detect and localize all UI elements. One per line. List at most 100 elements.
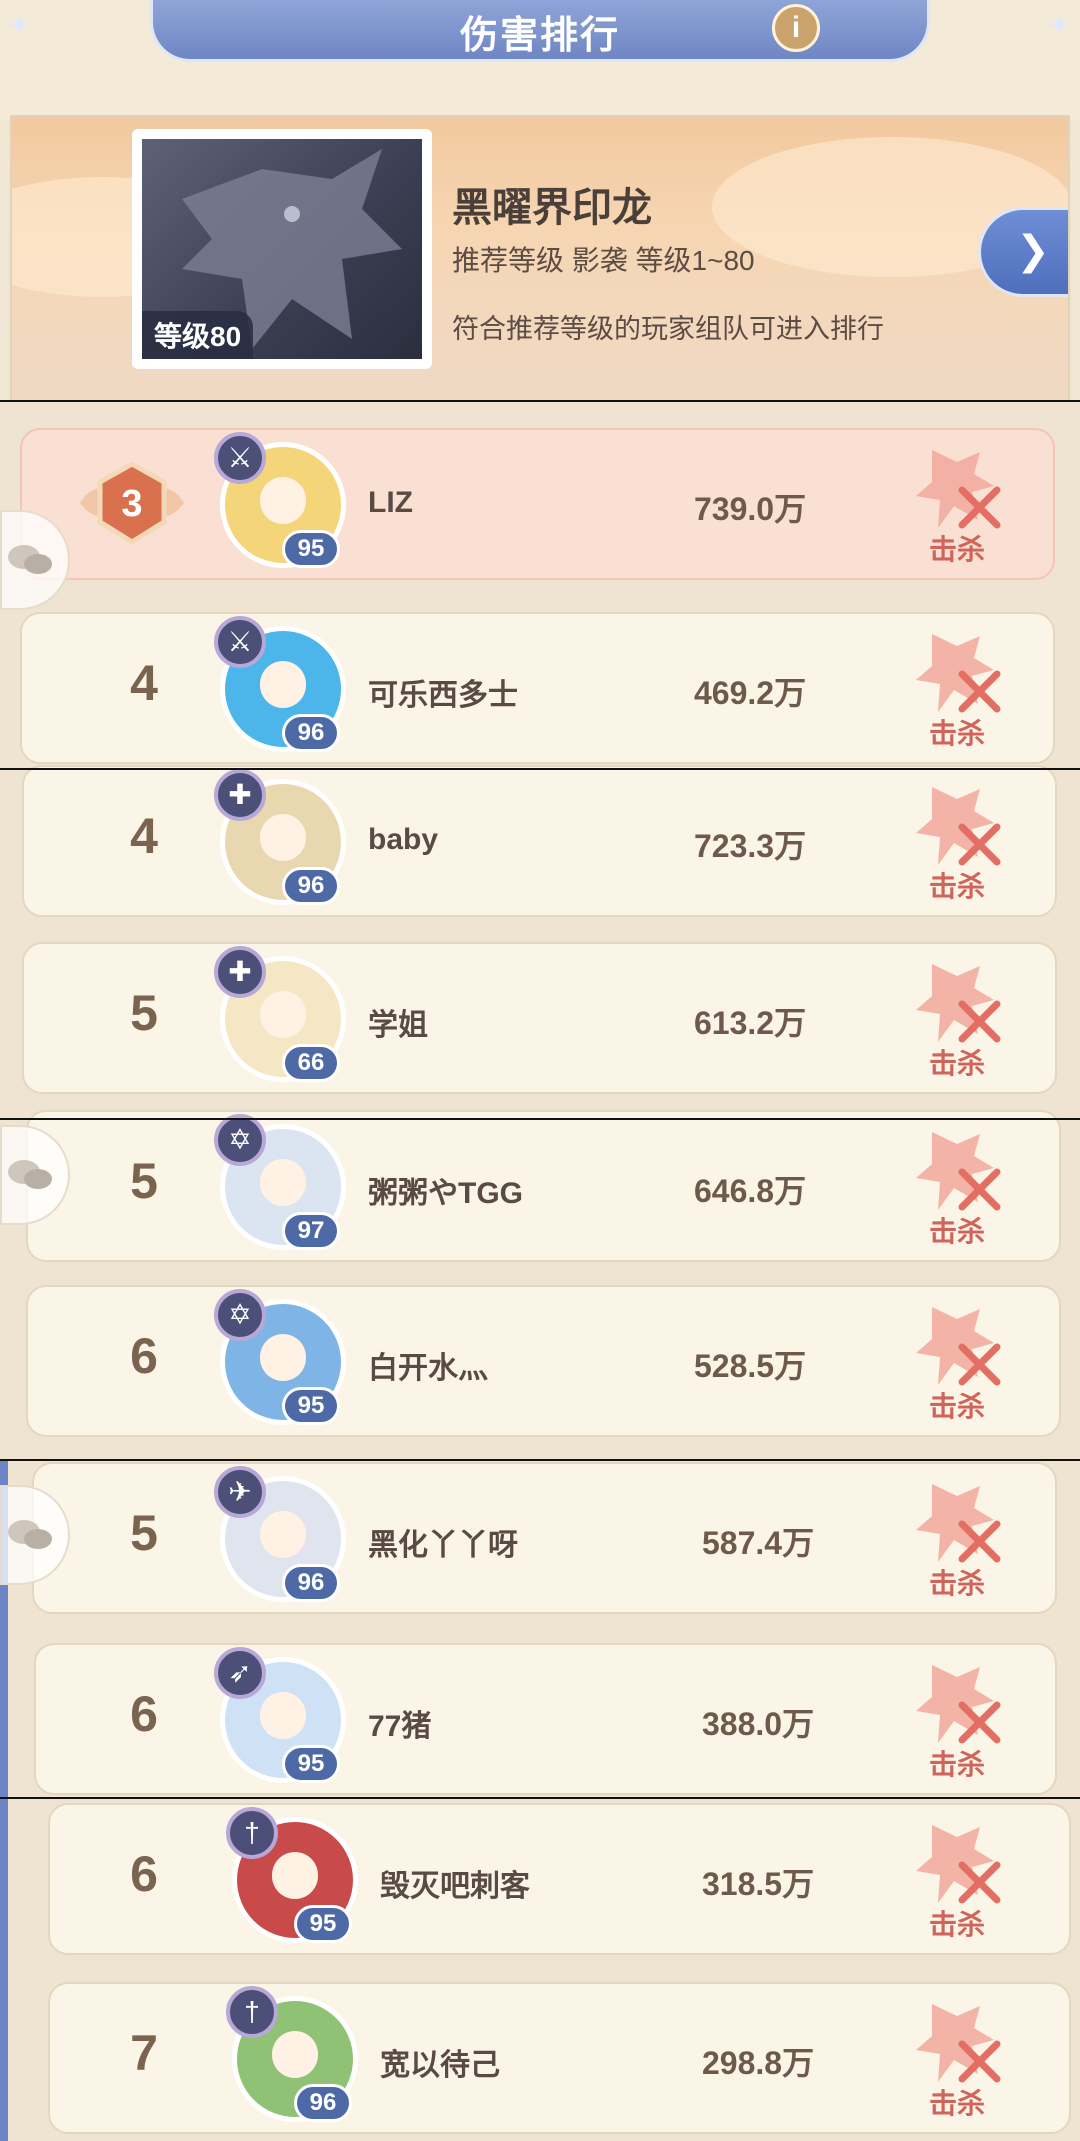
sword-icon: ⚔ [214, 616, 266, 668]
player-name: 77猪 [368, 1710, 432, 1743]
player-name: 宽以待己 [380, 2049, 500, 2082]
rank-number: 6 [130, 1328, 158, 1384]
kill-label: 击杀 [928, 1909, 985, 1940]
table-row[interactable]: 3 ⚔ 95 LIZ 739.0万 击杀 [20, 428, 1055, 580]
seam-divider [0, 1118, 1080, 1120]
chat-bubble-button[interactable] [0, 1485, 70, 1585]
kill-badge: 击杀 [902, 1474, 1012, 1604]
chat-bubble-button[interactable] [0, 1125, 70, 1225]
boss-level-badge: 等级80 [142, 311, 254, 359]
kill-label: 击杀 [928, 2088, 985, 2119]
damage-value: 298.8万 [702, 2045, 815, 2081]
kill-badge: 击杀 [902, 440, 1012, 570]
avatar-face [259, 1159, 307, 1206]
chevron-right-icon: ❯ [1016, 229, 1050, 273]
rank-number: 3 [121, 483, 142, 525]
level-badge: 97 [282, 1212, 340, 1250]
chat-bubble-button[interactable] [0, 510, 70, 610]
dragon-kill-icon [916, 450, 1001, 529]
kill-label: 击杀 [928, 534, 985, 565]
seam-divider [0, 400, 1080, 402]
damage-value: 318.5万 [702, 1866, 815, 1902]
cross-icon: ✚ [214, 946, 266, 998]
avatar-face [259, 477, 307, 524]
level-badge: 95 [282, 1745, 340, 1783]
boss-name: 黑曜界印龙 [452, 186, 652, 230]
table-row[interactable]: 7 † 96 宽以待己 298.8万击杀 [48, 1982, 1071, 2134]
boss-portrait[interactable]: 等级80 [132, 129, 432, 369]
level-badge: 96 [294, 2084, 352, 2122]
rank-badge-icon: 3 [80, 461, 184, 545]
avatar-face [259, 991, 307, 1038]
seam-divider [0, 768, 1080, 770]
kill-label: 击杀 [928, 1216, 985, 1247]
table-row[interactable]: 4 ✚ 96 baby 723.3万 击杀 [22, 765, 1057, 917]
info-icon[interactable]: i [772, 4, 820, 52]
level-badge: 95 [294, 1905, 352, 1943]
table-row[interactable]: 6 † 95 毁灭吧刺客 318.5万击杀 [48, 1803, 1071, 1955]
damage-value: 587.4万 [702, 1525, 815, 1561]
player-name: 毁灭吧刺客 [380, 1870, 530, 1903]
player-name: 粥粥やTGG [368, 1177, 523, 1210]
rank-number: 7 [130, 2025, 158, 2081]
seam-divider [0, 1797, 1080, 1799]
player-name: baby [368, 823, 439, 856]
level-badge: 95 [282, 1387, 340, 1425]
dragon-kill-icon [916, 634, 1001, 713]
avatar-face [271, 1852, 319, 1899]
dragon-kill-icon [916, 1307, 1001, 1386]
boss-note: 符合推荐等级的玩家组队可进入排行 [452, 314, 884, 344]
star-icon: ✡ [214, 1114, 266, 1166]
damage-value: 723.3万 [694, 828, 807, 864]
sparkle-icon: ✦ [8, 10, 30, 40]
rank-number: 4 [130, 808, 158, 864]
kill-label: 击杀 [928, 718, 985, 749]
dragon-kill-icon [916, 1665, 1001, 1744]
player-name: 学姐 [368, 1009, 428, 1042]
avatar-face [259, 814, 307, 861]
level-badge: 95 [282, 530, 340, 568]
chat-icon [8, 1160, 52, 1189]
damage-value: 739.0万 [694, 491, 807, 527]
damage-value: 528.5万 [694, 1348, 807, 1384]
table-row[interactable]: 5 ✚ 66 学姐 613.2万 击杀 [22, 942, 1057, 1094]
boss-recommend: 推荐等级 影袭 等级1~80 [452, 245, 755, 276]
kill-badge: 击杀 [902, 1815, 1012, 1945]
player-name: 黑化丫丫呀 [368, 1529, 518, 1562]
table-row[interactable]: 5 ✡ 97 粥粥やTGG 646.8万 击杀 [26, 1110, 1061, 1262]
level-badge: 96 [282, 714, 340, 752]
kill-badge: 击杀 [902, 1994, 1012, 2124]
rank-number: 5 [130, 985, 158, 1041]
rank-number: 4 [130, 655, 158, 711]
avatar-face [271, 2031, 319, 2078]
level-badge: 66 [282, 1044, 340, 1082]
player-name: 可乐西多士 [368, 679, 518, 712]
kill-label: 击杀 [928, 1048, 985, 1079]
seam-divider [0, 1459, 1080, 1461]
kill-badge: 击杀 [902, 1297, 1012, 1427]
dagger-icon: † [226, 1807, 278, 1859]
next-boss-button[interactable]: ❯ [978, 207, 1068, 297]
table-row[interactable]: 4 ⚔ 96 可乐西多士 469.2万击杀 [20, 612, 1055, 764]
player-name: LIZ [368, 486, 413, 519]
level-badge: 96 [282, 1564, 340, 1602]
dragon-kill-icon [916, 1132, 1001, 1211]
dagger-icon: † [226, 1986, 278, 2038]
dragon-kill-icon [916, 2004, 1001, 2083]
damage-value: 388.0万 [702, 1706, 815, 1742]
player-name: 白开水灬 [368, 1352, 488, 1385]
kill-badge: 击杀 [902, 624, 1012, 754]
rank-number: 6 [130, 1846, 158, 1902]
title-bar: ✦ ✦ ✦ ✦ 伤害排行 i [0, 0, 1080, 120]
damage-value: 646.8万 [694, 1173, 807, 1209]
damage-value: 469.2万 [694, 675, 807, 711]
table-row[interactable]: 6 ✡ 95 白开水灬 528.5万 击杀 [26, 1285, 1061, 1437]
boss-panel: 等级80 黑曜界印龙 推荐等级 影袭 等级1~80 符合推荐等级的玩家组队可进入… [10, 115, 1070, 405]
avatar-face [259, 1511, 307, 1558]
star-icon: ✡ [214, 1289, 266, 1341]
dragon-kill-icon [916, 1484, 1001, 1563]
kill-badge: 击杀 [902, 954, 1012, 1084]
table-row[interactable]: 6 ➶ 95 77猪 388.0万 击杀 [34, 1643, 1057, 1795]
table-row[interactable]: 5 ✈ 96 黑化丫丫呀 587.4万 击杀 [32, 1462, 1057, 1614]
kill-badge: 击杀 [902, 1655, 1012, 1785]
